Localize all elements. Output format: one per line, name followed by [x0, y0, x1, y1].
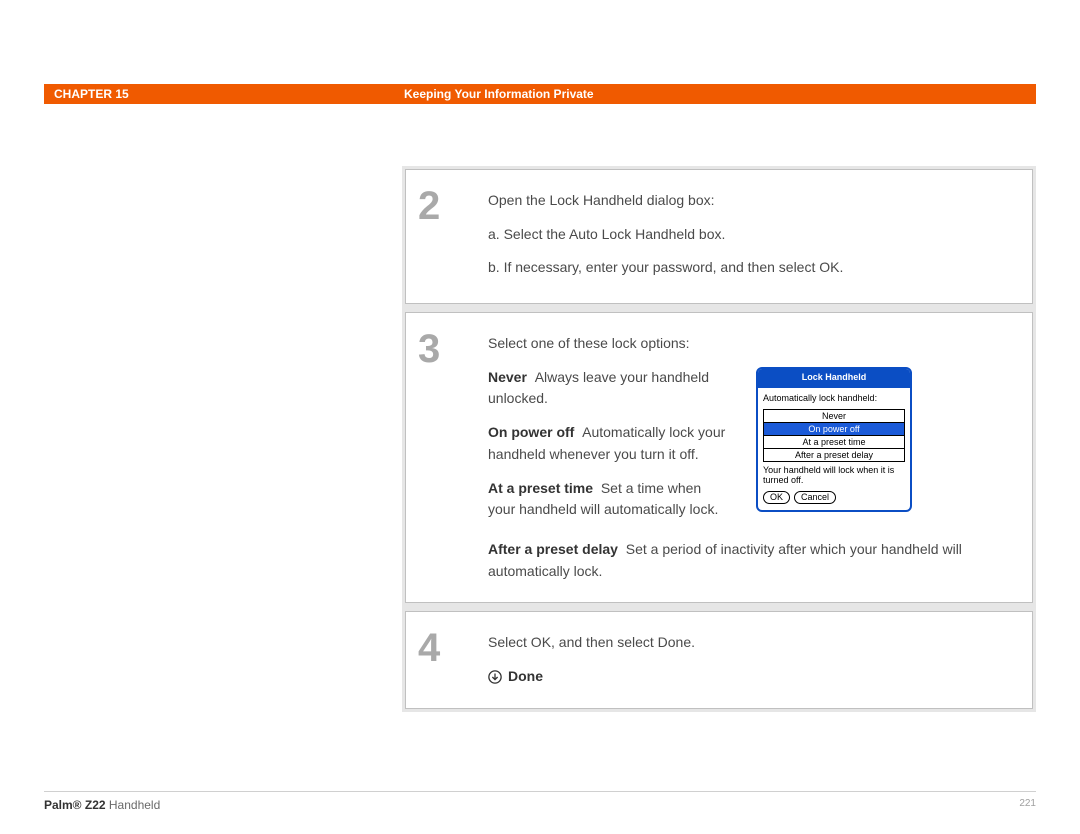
- chapter-header-bar: CHAPTER 15 Keeping Your Information Priv…: [44, 84, 1036, 104]
- lock-handheld-dialog: Lock Handheld Automatically lock handhel…: [756, 367, 912, 513]
- footer-brand: Palm® Z22 Handheld: [44, 798, 160, 812]
- dialog-body: Automatically lock handheld: Never On po…: [758, 388, 910, 511]
- down-arrow-icon: [488, 670, 502, 684]
- steps-container: 2 Open the Lock Handheld dialog box: a. …: [402, 166, 1036, 712]
- step-body: Select one of these lock options: Never …: [488, 327, 1010, 582]
- step-number: 2: [418, 184, 488, 226]
- footer-brand-rest: Handheld: [106, 798, 161, 812]
- dialog-option-preset-delay[interactable]: After a preset delay: [764, 449, 904, 461]
- step-2-a: a. Select the Auto Lock Handheld box.: [488, 224, 1010, 246]
- step-4: 4 Select OK, and then select Done. Done: [405, 611, 1033, 708]
- dialog-title: Lock Handheld: [758, 369, 910, 388]
- page-number: 221: [1019, 798, 1036, 812]
- option-power-off: On power off Automatically lock your han…: [488, 422, 728, 465]
- term-power-off: On power off: [488, 424, 574, 440]
- step-3-columns: Never Always leave your handheld unlocke…: [488, 367, 1010, 533]
- term-never: Never: [488, 369, 527, 385]
- step-2: 2 Open the Lock Handheld dialog box: a. …: [405, 169, 1033, 304]
- option-preset-delay: After a preset delay Set a period of ina…: [488, 539, 1010, 582]
- chapter-title: Keeping Your Information Private: [404, 87, 594, 101]
- step-4-text: Select OK, and then select Done.: [488, 632, 1010, 654]
- footer-brand-bold: Palm® Z22: [44, 798, 106, 812]
- term-preset-delay: After a preset delay: [488, 541, 618, 557]
- dialog-cancel-button[interactable]: Cancel: [794, 491, 836, 504]
- dialog-buttons: OK Cancel: [763, 491, 905, 504]
- step-2-b: b. If necessary, enter your password, an…: [488, 257, 1010, 279]
- dialog-option-list: Never On power off At a preset time Afte…: [763, 409, 905, 462]
- step-body: Select OK, and then select Done. Done: [488, 626, 1010, 687]
- step-number: 3: [418, 327, 488, 369]
- dialog-label: Automatically lock handheld:: [763, 392, 905, 406]
- chapter-label: CHAPTER 15: [44, 87, 404, 101]
- dialog-option-never[interactable]: Never: [764, 410, 904, 423]
- dialog-option-preset-time[interactable]: At a preset time: [764, 436, 904, 449]
- option-never: Never Always leave your handheld unlocke…: [488, 367, 728, 410]
- step-3-intro: Select one of these lock options:: [488, 333, 1010, 355]
- dialog-note: Your handheld will lock when it is turne…: [763, 465, 905, 486]
- dialog-option-power-off[interactable]: On power off: [764, 423, 904, 436]
- done-label: Done: [508, 666, 543, 688]
- term-preset-time: At a preset time: [488, 480, 593, 496]
- step-3: 3 Select one of these lock options: Neve…: [405, 312, 1033, 603]
- page-footer: Palm® Z22 Handheld 221: [44, 791, 1036, 812]
- done-indicator: Done: [488, 666, 1010, 688]
- dialog-ok-button[interactable]: OK: [763, 491, 790, 504]
- lock-options-text: Never Always leave your handheld unlocke…: [488, 367, 728, 533]
- step-2-intro: Open the Lock Handheld dialog box:: [488, 190, 1010, 212]
- step-body: Open the Lock Handheld dialog box: a. Se…: [488, 184, 1010, 283]
- option-preset-time: At a preset time Set a time when your ha…: [488, 478, 728, 521]
- step-number: 4: [418, 626, 488, 668]
